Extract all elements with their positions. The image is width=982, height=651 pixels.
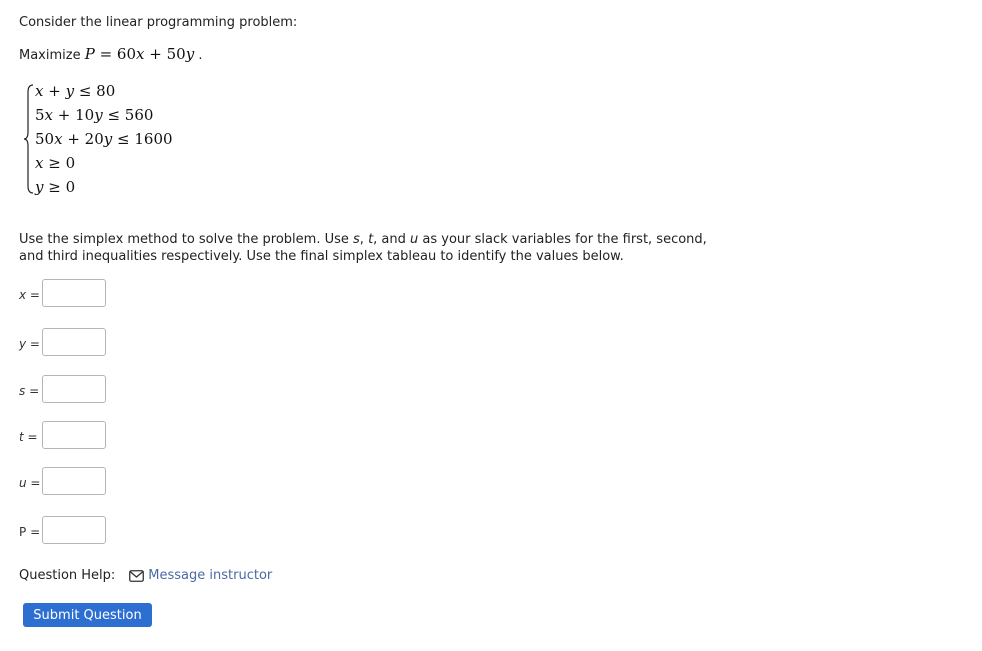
answer-input-u[interactable] [42,467,106,495]
question-help: Question Help: Message instructor [19,568,272,583]
answer-label-y: y = [19,337,40,351]
envelope-icon[interactable] [129,569,145,582]
answer-input-y[interactable] [42,328,106,356]
answer-input-x[interactable] [42,279,106,307]
constraint-2: 5x + 10y ≤ 560 [35,106,154,124]
answer-label-p: P = [19,525,41,539]
message-instructor-link[interactable]: Message instructor [148,568,272,583]
question-intro: Consider the linear programming problem: [19,15,298,30]
constraint-1: x + y ≤ 80 [35,82,116,100]
question-help-label: Question Help: [19,568,116,583]
constraint-brace [24,84,34,194]
submit-question-button[interactable]: Submit Question [23,603,152,627]
constraint-4: x ≥ 0 [35,154,76,172]
answer-input-t[interactable] [42,421,106,449]
answer-label-s: s = [19,384,40,398]
maximize-label: Maximize [19,48,81,63]
answer-label-t: t = [19,430,38,444]
objective-line: Maximize P = 60x + 50y . [19,45,203,63]
constraint-3: 50x + 20y ≤ 1600 [35,130,173,148]
constraint-5: y ≥ 0 [35,178,76,196]
instructions-text: Use the simplex method to solve the prob… [19,232,707,264]
answer-input-p[interactable] [42,516,106,544]
answer-label-x: x = [19,288,40,302]
answer-label-u: u = [19,476,41,490]
objective-function: P = 60x + 50y [84,45,195,63]
answer-input-s[interactable] [42,375,106,403]
